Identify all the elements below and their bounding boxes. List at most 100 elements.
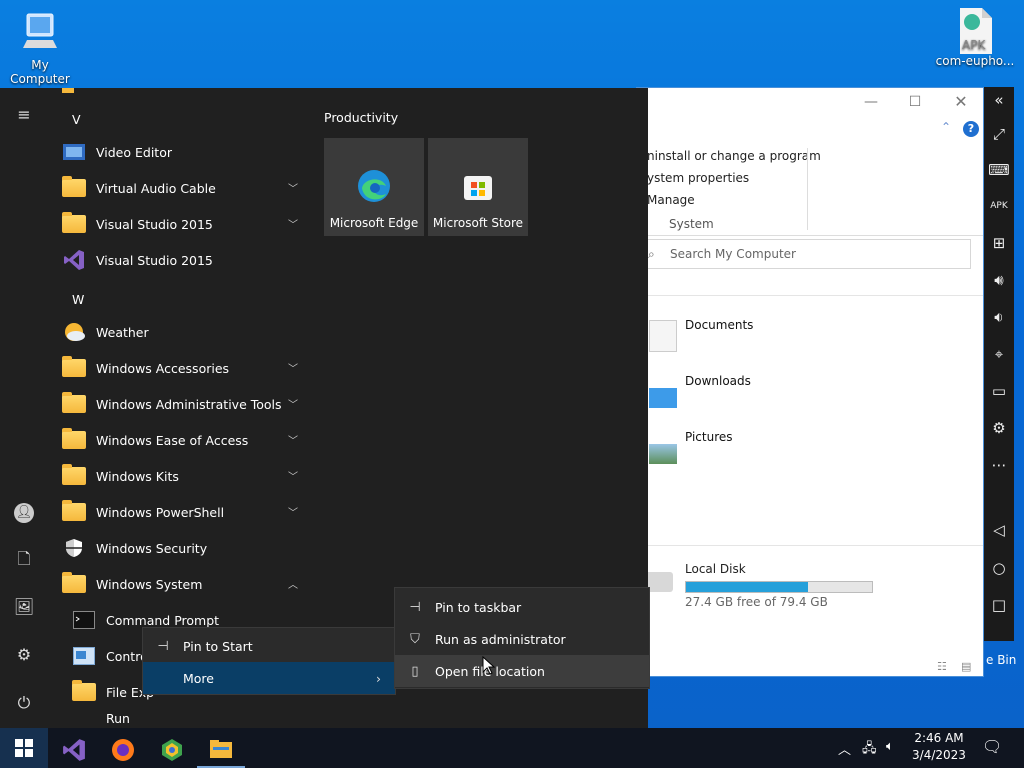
more-submenu: ⊣ Pin to taskbar ⛉ Run as administrator … bbox=[394, 587, 650, 689]
app-visual-studio-folder[interactable]: Visual Studio 2015 ﹀ bbox=[62, 207, 308, 241]
app-windows-system[interactable]: Windows System ︿ bbox=[62, 567, 308, 601]
ribbon-divider bbox=[807, 148, 808, 230]
my-computer-desktop-icon[interactable]: My Computer bbox=[0, 10, 80, 86]
tile-group-title: Productivity bbox=[324, 110, 399, 125]
app-windows-accessories[interactable]: Windows Accessories ﹀ bbox=[62, 351, 308, 385]
ribbon-uninstall[interactable]: ninstall or change a program bbox=[647, 149, 821, 163]
apk-desktop-icon[interactable]: APK com-eupho... bbox=[930, 6, 1020, 68]
volume-down-icon[interactable]: 🔉︎ bbox=[988, 306, 1010, 328]
taskbar-firefox[interactable] bbox=[99, 732, 147, 768]
folder-icon[interactable]: ▭ bbox=[988, 380, 1010, 402]
menu-item-label: Run as administrator bbox=[435, 631, 566, 647]
weather-icon bbox=[62, 322, 86, 342]
explorer-titlebar: — ☐ ✕ bbox=[637, 88, 983, 116]
folder-icon bbox=[62, 500, 86, 521]
control-panel-icon bbox=[72, 646, 96, 666]
clock-time: 2:46 AM bbox=[914, 731, 964, 745]
pin-to-start-item[interactable]: ⊣ Pin to Start bbox=[143, 630, 395, 662]
computer-icon bbox=[17, 10, 63, 56]
open-file-location-item[interactable]: ▯ Open file location bbox=[395, 655, 649, 687]
scrolled-item-top bbox=[62, 88, 74, 93]
letter-header-w[interactable]: W bbox=[72, 292, 84, 307]
start-button[interactable] bbox=[0, 728, 48, 768]
chevron-right-icon: › bbox=[376, 670, 381, 686]
ribbon-system-properties[interactable]: ystem properties bbox=[647, 171, 749, 185]
app-windows-security[interactable]: Windows Security bbox=[62, 531, 308, 565]
more-icon[interactable]: ⋯ bbox=[988, 454, 1010, 476]
show-hidden-icons[interactable]: ︿ bbox=[838, 739, 851, 768]
app-windows-administrative-tools[interactable]: Windows Administrative Tools ﹀ bbox=[62, 387, 308, 421]
taskbar: ︿ 🖧︎ 🔈︎ 2:46 AM 3/4/2023 🗨︎ bbox=[0, 728, 1024, 768]
settings-gear-icon[interactable]: ⚙ bbox=[13, 644, 35, 666]
app-video-editor[interactable]: Video Editor bbox=[62, 135, 308, 169]
start-left-rail: ≡ 👤︎ 🗋 🖼︎ ⚙ ⏻ bbox=[0, 88, 48, 728]
taskbar-file-explorer[interactable] bbox=[197, 732, 245, 768]
apk-install-icon[interactable]: APK bbox=[988, 195, 1010, 217]
app-label: Windows Security bbox=[96, 540, 208, 556]
taskbar-app-hexagon[interactable] bbox=[148, 732, 196, 768]
power-icon[interactable]: ⏻ bbox=[13, 692, 35, 714]
keyboard-icon[interactable]: ⌨ bbox=[988, 159, 1010, 181]
app-run[interactable]: Run bbox=[72, 711, 318, 728]
app-label: Weather bbox=[96, 324, 149, 340]
documents-icon[interactable]: 🗋 bbox=[13, 548, 35, 570]
app-weather[interactable]: Weather bbox=[62, 315, 308, 349]
details-view-icon[interactable]: ☷ bbox=[937, 660, 947, 673]
network-icon[interactable]: 🖧︎ bbox=[862, 739, 877, 768]
folder-icon bbox=[62, 464, 86, 485]
location-icon[interactable]: ⌖ bbox=[988, 343, 1010, 365]
app-windows-kits[interactable]: Windows Kits ﹀ bbox=[62, 459, 308, 493]
volume-up-icon[interactable]: 🔊︎ bbox=[988, 269, 1010, 291]
app-label: Windows Kits bbox=[96, 468, 179, 484]
pictures-icon[interactable]: 🖼︎ bbox=[13, 596, 35, 618]
app-label: Visual Studio 2015 bbox=[96, 252, 213, 268]
app-visual-studio[interactable]: Visual Studio 2015 bbox=[62, 243, 308, 277]
folder-icon bbox=[62, 356, 86, 377]
disk-free-text: 27.4 GB free of 79.4 GB bbox=[685, 595, 828, 609]
app-windows-ease-of-access[interactable]: Windows Ease of Access ﹀ bbox=[62, 423, 308, 457]
app-label: Windows Ease of Access bbox=[96, 432, 249, 448]
pictures-icon bbox=[649, 444, 677, 464]
settings-icon[interactable]: ⚙ bbox=[988, 417, 1010, 439]
recents-icon[interactable]: □ bbox=[988, 594, 1010, 616]
back-icon[interactable]: ◁ bbox=[988, 519, 1010, 541]
ribbon-collapse-icon[interactable]: ⌃ bbox=[941, 120, 951, 134]
content-divider bbox=[637, 295, 983, 296]
app-virtual-audio-cable[interactable]: Virtual Audio Cable ﹀ bbox=[62, 171, 308, 205]
hamburger-menu-icon[interactable]: ≡ bbox=[13, 104, 35, 126]
folder-icon bbox=[62, 572, 86, 593]
app-windows-powershell[interactable]: Windows PowerShell ﹀ bbox=[62, 495, 308, 529]
folder-icon bbox=[62, 212, 86, 233]
collapse-icon[interactable]: « bbox=[988, 89, 1010, 111]
close-button[interactable]: ✕ bbox=[951, 93, 971, 111]
folder-icon bbox=[62, 392, 86, 413]
help-icon[interactable]: ? bbox=[963, 121, 979, 137]
more-item[interactable]: More › bbox=[143, 662, 395, 694]
pin-to-taskbar-item[interactable]: ⊣ Pin to taskbar bbox=[395, 591, 649, 623]
maximize-button[interactable]: ☐ bbox=[905, 93, 925, 111]
disk-usage-bar bbox=[685, 581, 873, 593]
admin-shield-icon: ⛉ bbox=[410, 631, 420, 647]
clock[interactable]: 2:46 AM 3/4/2023 bbox=[912, 731, 966, 768]
context-menu: ⊣ Pin to Start More › bbox=[142, 627, 396, 695]
firefox-icon bbox=[112, 739, 134, 761]
tiles-view-icon[interactable]: ▤ bbox=[961, 660, 971, 673]
ribbon-manage[interactable]: Manage bbox=[647, 193, 695, 207]
home-icon[interactable]: ○ bbox=[988, 557, 1010, 579]
search-input[interactable]: ⌕ Search My Computer bbox=[637, 239, 971, 269]
tile-microsoft-edge[interactable]: Microsoft Edge bbox=[324, 138, 424, 236]
run-as-administrator-item[interactable]: ⛉ Run as administrator bbox=[395, 623, 649, 655]
fullscreen-icon[interactable]: ⤢ bbox=[988, 123, 1010, 145]
visual-studio-icon bbox=[62, 250, 86, 270]
notifications-icon[interactable]: 🗨︎ bbox=[982, 737, 1002, 768]
taskbar-visual-studio[interactable] bbox=[50, 732, 98, 768]
add-icon[interactable]: ⊞ bbox=[988, 232, 1010, 254]
user-account-icon[interactable]: 👤︎ bbox=[13, 500, 35, 523]
recycle-bin-partial-label[interactable]: e Bin bbox=[986, 653, 1016, 667]
visual-studio-icon bbox=[63, 739, 85, 761]
minimize-button[interactable]: — bbox=[861, 93, 881, 111]
volume-icon[interactable]: 🔈︎ bbox=[886, 739, 894, 768]
command-prompt-icon bbox=[72, 610, 96, 630]
letter-header-v[interactable]: V bbox=[72, 112, 81, 127]
tile-microsoft-store[interactable]: Microsoft Store bbox=[428, 138, 528, 236]
